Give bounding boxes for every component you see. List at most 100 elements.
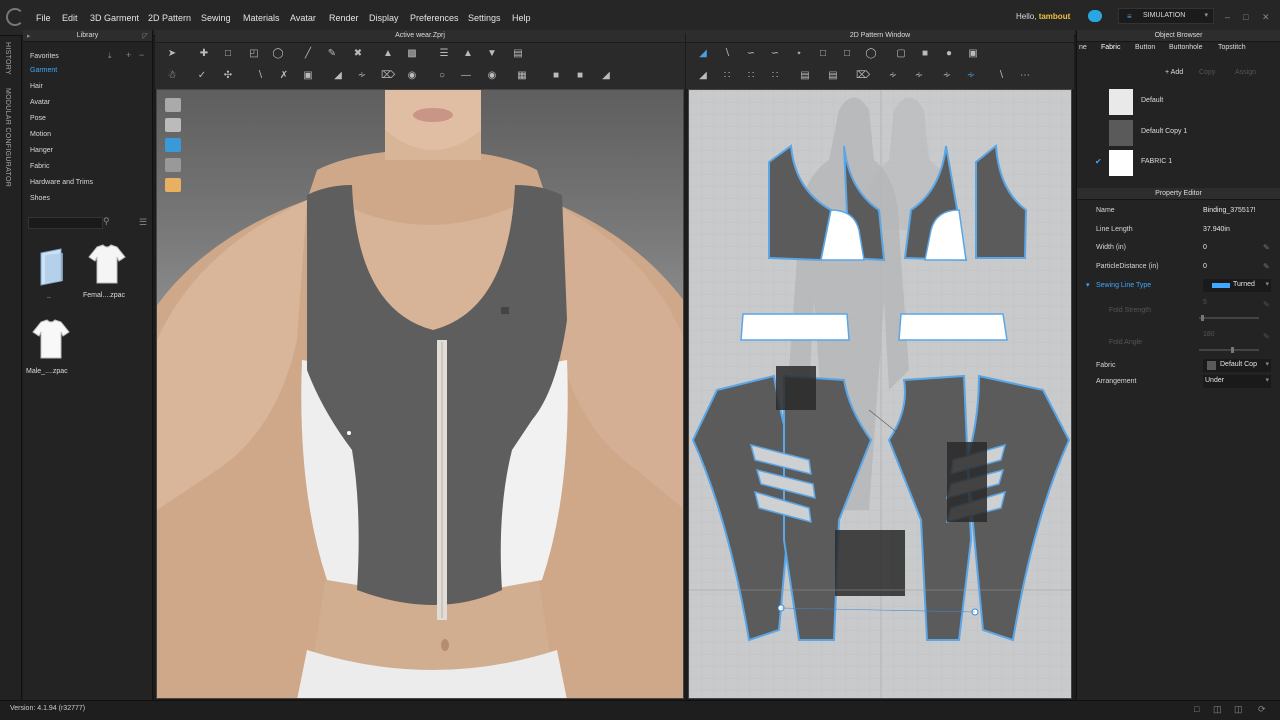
shirt-icon[interactable]: ▩ bbox=[405, 47, 419, 61]
menu-materials[interactable]: Materials bbox=[243, 13, 280, 23]
texture-icon[interactable]: ▣ bbox=[301, 69, 315, 83]
slider-handle[interactable] bbox=[1231, 347, 1234, 353]
stack-icon[interactable]: ☰ bbox=[437, 47, 451, 61]
2d-pattern-viewport[interactable] bbox=[688, 89, 1072, 699]
edit-point-icon[interactable]: ∖ bbox=[720, 47, 734, 61]
edit-icon[interactable]: ✎ bbox=[1263, 262, 1270, 271]
library-search-input[interactable] bbox=[28, 217, 103, 229]
fold-icon[interactable]: ◰ bbox=[247, 47, 261, 61]
curve-point-icon[interactable]: ∽ bbox=[768, 47, 782, 61]
view-shading-icon[interactable] bbox=[165, 158, 181, 172]
copy-fabric-button[interactable]: Copy bbox=[1199, 69, 1215, 76]
prop-name-field[interactable]: Binding_375517! bbox=[1203, 207, 1256, 214]
polygon-icon[interactable]: □ bbox=[816, 47, 830, 61]
menu-sewing[interactable]: Sewing bbox=[201, 13, 231, 23]
dashed-line-icon[interactable]: ⋯ bbox=[1018, 69, 1032, 83]
split-view-icon[interactable]: ◫ bbox=[1213, 704, 1222, 715]
topstitch-icon[interactable]: — bbox=[459, 69, 473, 83]
needle-icon[interactable]: ✖ bbox=[351, 47, 365, 61]
tab-button[interactable]: Button bbox=[1135, 44, 1155, 51]
circle-icon[interactable]: ◯ bbox=[864, 47, 878, 61]
fabric-item-default-copy[interactable]: Default Copy 1 bbox=[1099, 119, 1274, 147]
library-item-shoes[interactable]: Shoes bbox=[30, 195, 50, 202]
fit-icon[interactable]: ◢ bbox=[599, 69, 613, 83]
view-texture-icon[interactable] bbox=[165, 138, 181, 152]
fold-strength-slider[interactable] bbox=[1199, 315, 1259, 321]
button-2d-icon[interactable]: ∻ bbox=[912, 69, 926, 83]
cloud-icon[interactable] bbox=[1088, 10, 1102, 22]
view-skin-icon[interactable] bbox=[165, 178, 181, 192]
ruler-icon[interactable]: ▦ bbox=[515, 69, 529, 83]
fabric-item-fabric1[interactable]: ✔ FABRIC 1 bbox=[1095, 149, 1274, 177]
button-icon[interactable]: ◉ bbox=[405, 69, 419, 83]
rectangle-icon[interactable]: □ bbox=[840, 47, 854, 61]
menu-file[interactable]: File bbox=[36, 13, 51, 23]
menu-avatar[interactable]: Avatar bbox=[290, 13, 316, 23]
view-avatar-icon[interactable] bbox=[165, 98, 181, 112]
library-item-pose[interactable]: Pose bbox=[30, 115, 46, 122]
edit-curve-icon[interactable]: ∽ bbox=[744, 47, 758, 61]
select-move-icon[interactable]: ➤ bbox=[165, 47, 179, 61]
library-item-hair[interactable]: Hair bbox=[30, 83, 43, 90]
menu-edit[interactable]: Edit bbox=[62, 13, 78, 23]
user-name[interactable]: tambout bbox=[1039, 12, 1071, 21]
menu-2d-pattern[interactable]: 2D Pattern bbox=[148, 13, 191, 23]
refresh-icon[interactable]: ⟳ bbox=[1258, 704, 1266, 715]
prop-particle-distance-field[interactable]: 0 bbox=[1203, 263, 1207, 270]
library-item-fabric[interactable]: Fabric bbox=[30, 163, 49, 170]
prop-width-field[interactable]: 0 bbox=[1203, 244, 1207, 251]
tab-topstitch[interactable]: Topstitch bbox=[1218, 44, 1246, 51]
menu-preferences[interactable]: Preferences bbox=[410, 13, 459, 23]
window-mode-icon[interactable]: □ bbox=[1194, 704, 1199, 714]
add-icon[interactable]: + bbox=[126, 50, 131, 60]
add-point-icon[interactable]: ⋆ bbox=[792, 47, 806, 61]
download-icon[interactable]: ⤓ bbox=[108, 51, 112, 61]
maximize-icon[interactable]: □ bbox=[1243, 12, 1248, 22]
trim-icon[interactable]: ◢ bbox=[331, 69, 345, 83]
modular-configurator-tab[interactable]: MODULAR CONFIGURATOR bbox=[4, 88, 11, 187]
snapshot-icon[interactable]: ■ bbox=[573, 69, 587, 83]
box-select-icon[interactable]: □ bbox=[221, 47, 235, 61]
avatar-pose-icon[interactable]: ☃ bbox=[165, 69, 179, 83]
dart-icon[interactable]: ◢ bbox=[696, 69, 710, 83]
library-item-hanger[interactable]: Hanger bbox=[30, 147, 53, 154]
simulation-button[interactable]: ≡ SIMULATION ▾ bbox=[1118, 8, 1214, 24]
binding-icon[interactable]: ∻ bbox=[964, 69, 978, 83]
sewing-line-type-select[interactable]: Turned ▾ bbox=[1203, 279, 1271, 292]
fold-angle-slider[interactable] bbox=[1199, 347, 1259, 353]
zipper-icon[interactable]: ▤ bbox=[511, 47, 525, 61]
puckering-icon[interactable]: ∻ bbox=[355, 69, 369, 83]
trace-icon[interactable]: ▣ bbox=[966, 47, 980, 61]
library-item-hardware[interactable]: Hardware and Trims bbox=[30, 179, 93, 186]
library-item-motion[interactable]: Motion bbox=[30, 131, 51, 138]
minimize-icon[interactable]: – bbox=[1225, 12, 1230, 22]
pleat-icon[interactable]: ▤ bbox=[798, 69, 812, 83]
internal-circle-icon[interactable]: ● bbox=[942, 47, 956, 61]
edit-icon[interactable]: ✎ bbox=[1263, 332, 1270, 341]
free-sewing-icon[interactable]: ∷ bbox=[768, 69, 782, 83]
menu-3d-garment[interactable]: 3D Garment bbox=[90, 13, 139, 23]
library-item-garment[interactable]: Garment bbox=[30, 67, 57, 74]
puckering-2d-icon[interactable]: ∻ bbox=[886, 69, 900, 83]
menu-help[interactable]: Help bbox=[512, 13, 531, 23]
layout-icon[interactable]: ◫ bbox=[1234, 704, 1243, 715]
arrange-icon[interactable]: ◯ bbox=[271, 47, 285, 61]
tape-2d-icon[interactable]: ∖ bbox=[994, 69, 1008, 83]
line-icon[interactable]: ╱ bbox=[301, 47, 315, 61]
buttonhole-2d-icon[interactable]: ∻ bbox=[940, 69, 954, 83]
tab-fabric[interactable]: Fabric bbox=[1101, 44, 1120, 51]
pen-icon[interactable]: ✎ bbox=[325, 47, 339, 61]
folder-up-icon[interactable] bbox=[33, 245, 73, 289]
measure-icon[interactable]: ✓ bbox=[195, 69, 209, 83]
pin-icon[interactable]: ▲ bbox=[461, 47, 475, 61]
measure-3d-icon[interactable]: ■ bbox=[549, 69, 563, 83]
tack-icon[interactable]: ▼ bbox=[485, 47, 499, 61]
fabric-item-default[interactable]: Default bbox=[1099, 88, 1274, 116]
internal-rect-icon[interactable]: ■ bbox=[918, 47, 932, 61]
transform-pattern-icon[interactable]: ◢ bbox=[696, 47, 710, 61]
male-garment-thumbnail[interactable] bbox=[31, 318, 71, 362]
tab-buttonhole[interactable]: Buttonhole bbox=[1169, 44, 1202, 51]
expand-icon[interactable]: ▾ bbox=[1086, 281, 1090, 289]
remove-icon[interactable]: − bbox=[139, 50, 144, 60]
female-garment-thumbnail[interactable] bbox=[87, 243, 127, 287]
